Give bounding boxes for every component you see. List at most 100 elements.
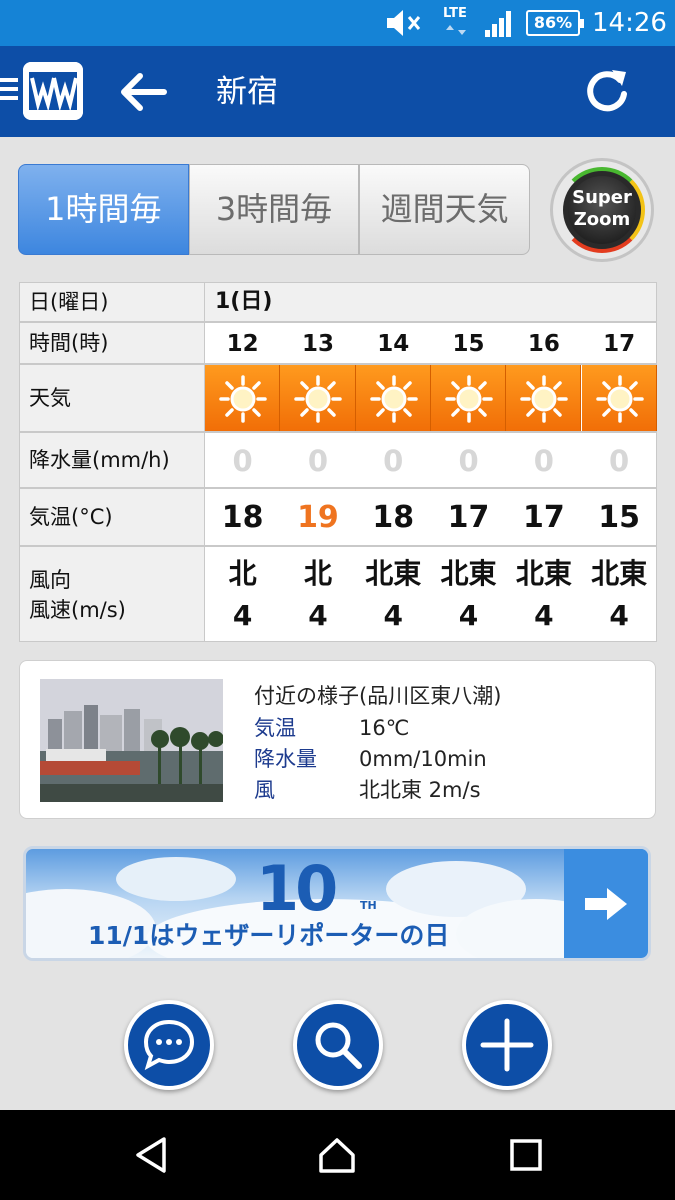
live-camera-photo[interactable]	[40, 679, 223, 802]
row-label-temp: 気温(°C)	[19, 488, 205, 546]
battery-icon: 86%	[526, 10, 584, 36]
nearby-temp-value: 16℃	[359, 716, 410, 740]
home-icon[interactable]	[317, 1135, 357, 1175]
wind-cell: 北東 4	[582, 547, 657, 641]
page-title: 新宿	[216, 74, 278, 110]
precip-cell: 0	[458, 444, 479, 478]
temperature-row: 気温(°C) 18 19 18 17 17 15	[19, 488, 657, 546]
status-bar: LTE 86% 14:26	[0, 0, 675, 46]
menu-icon[interactable]	[0, 78, 20, 104]
row-label-date: 日(曜日)	[19, 282, 205, 322]
wind-direction: 北東	[591, 557, 648, 590]
wind-cell: 北 4	[280, 547, 355, 641]
weather-cell	[280, 365, 356, 431]
weather-cell	[430, 365, 507, 431]
hour-cell: 13	[301, 331, 334, 357]
weather-cell	[355, 365, 431, 431]
row-label-weather: 天気	[19, 364, 205, 432]
date-row: 日(曜日) 1(日)	[19, 282, 657, 322]
hour-cell: 17	[603, 331, 636, 357]
banner-arrow-button[interactable]	[564, 849, 648, 958]
precip-row: 降水量(mm/h) 0 0 0 0 0 0	[19, 432, 657, 488]
data-activity-icon	[446, 25, 466, 35]
wind-speed: 4	[232, 599, 253, 632]
weather-cell	[205, 365, 281, 431]
nearby-conditions-card[interactable]: 付近の様子(品川区東八潮) 気温 16℃ 降水量 0mm/10min 風 北北東…	[19, 660, 656, 819]
forecast-tabs: 1時間毎 3時間毎 週間天気	[18, 164, 531, 255]
wind-row: 風向 風速(m/s) 北 4 北 4 北東 4 北東 4 北東 4 北東 4	[19, 546, 657, 642]
sunny-icon	[369, 375, 418, 423]
system-nav-bar	[0, 1110, 675, 1200]
add-icon	[480, 1018, 534, 1072]
hour-cell: 12	[226, 331, 259, 357]
sunny-icon	[595, 375, 644, 423]
weather-row: 天気	[19, 364, 657, 432]
signal-icon	[485, 11, 511, 37]
network-type: LTE	[443, 6, 467, 21]
chat-button[interactable]	[124, 1000, 214, 1090]
nearby-wind-value: 北北東 2m/s	[359, 778, 481, 802]
weather-cell	[581, 365, 657, 431]
add-button[interactable]	[462, 1000, 552, 1090]
row-label-wind-dir: 風向	[29, 568, 71, 592]
precip-cell: 0	[232, 444, 253, 478]
super-zoom-button[interactable]: Super Zoom	[550, 158, 654, 262]
nearby-temp-label: 気温	[254, 716, 296, 740]
temp-cell: 17	[447, 500, 490, 535]
anniversary-suffix: TH	[360, 899, 377, 912]
temp-cell: 17	[522, 500, 565, 535]
search-button[interactable]	[293, 1000, 383, 1090]
date-value: 1(日)	[215, 289, 273, 314]
super-zoom-label-line2: Zoom	[573, 209, 631, 230]
nearby-heading: 付近の様子(品川区東八潮)	[254, 684, 502, 708]
arrow-right-icon	[585, 888, 627, 920]
temp-cell: 18	[372, 500, 415, 535]
tab-weekly[interactable]: 週間天気	[359, 164, 531, 255]
time-row: 時間(時) 12 13 14 15 16 17	[19, 322, 657, 364]
super-zoom-label-line1: Super	[572, 187, 632, 208]
row-label-wind-speed: 風速(m/s)	[29, 598, 126, 622]
weather-cell	[506, 365, 582, 431]
wind-speed: 4	[534, 599, 554, 632]
forecast-table: 日(曜日) 1(日) 時間(時) 12 13 14 15 16 17 天気 降水…	[19, 282, 657, 642]
search-icon	[315, 1022, 362, 1069]
wind-cell: 北東 4	[431, 547, 506, 641]
row-label-wind: 風向 風速(m/s)	[19, 546, 205, 642]
recents-icon[interactable]	[506, 1135, 546, 1175]
nearby-precip-value: 0mm/10min	[359, 747, 487, 771]
anniversary-number: 10	[256, 852, 338, 925]
refresh-icon[interactable]	[582, 66, 632, 116]
wind-speed: 4	[609, 599, 629, 632]
back-icon[interactable]	[132, 1135, 172, 1175]
sunny-icon	[219, 375, 267, 423]
nearby-wind-label: 風	[254, 778, 275, 802]
banner-text: 11/1はウェザーリポーターの日	[88, 921, 450, 950]
row-label-precip: 降水量(mm/h)	[19, 432, 205, 488]
row-label-time: 時間(時)	[19, 322, 205, 364]
wind-cell: 北東 4	[506, 547, 581, 641]
back-arrow-icon[interactable]	[118, 70, 168, 114]
status-time: 14:26	[592, 8, 667, 38]
wind-speed: 4	[458, 599, 479, 632]
precip-cell: 0	[307, 444, 329, 478]
sunny-icon	[294, 375, 343, 423]
network-indicator: LTE	[443, 6, 473, 40]
chat-icon	[143, 1019, 195, 1071]
precip-cell: 0	[383, 444, 404, 478]
tab-3-hourly[interactable]: 3時間毎	[188, 164, 360, 255]
temp-cell-highlight: 19	[297, 500, 339, 535]
precip-cell: 0	[609, 444, 630, 478]
nearby-precip-label: 降水量	[254, 747, 317, 771]
weathernews-logo[interactable]	[23, 62, 83, 120]
hour-cell: 15	[452, 331, 485, 357]
wind-cell: 北東 4	[356, 547, 431, 641]
promo-banner[interactable]: 10 TH 11/1はウェザーリポーターの日	[23, 846, 651, 961]
wind-cell: 北 4	[205, 547, 280, 641]
temp-cell: 18	[221, 500, 264, 535]
app-bar: 新宿	[0, 46, 675, 137]
wind-speed: 4	[383, 599, 403, 632]
hour-cell: 16	[527, 331, 560, 357]
mute-icon	[387, 10, 421, 36]
tab-hourly[interactable]: 1時間毎	[18, 164, 189, 255]
hour-cell: 14	[377, 331, 410, 357]
